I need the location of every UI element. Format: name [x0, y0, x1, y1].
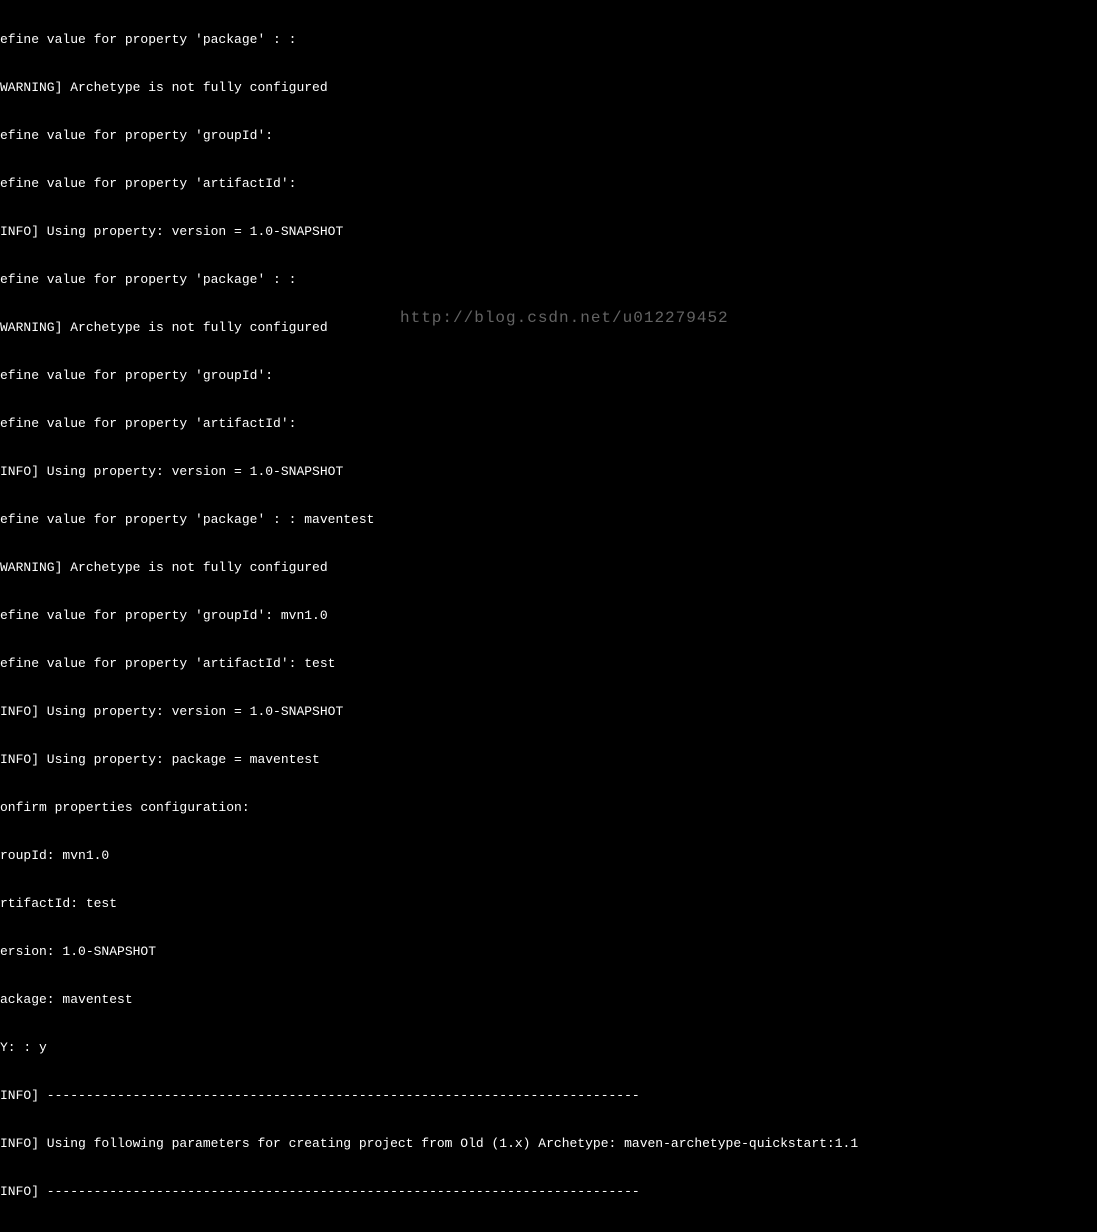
terminal-line: WARNING] Archetype is not fully configur… [0, 80, 1097, 96]
terminal-line: Y: : y [0, 1040, 1097, 1056]
terminal-line: efine value for property 'package' : : [0, 32, 1097, 48]
terminal-line: efine value for property 'artifactId': t… [0, 656, 1097, 672]
terminal-line: efine value for property 'groupId': [0, 368, 1097, 384]
terminal-line: roupId: mvn1.0 [0, 848, 1097, 864]
terminal-line: efine value for property 'package' : : m… [0, 512, 1097, 528]
terminal-line: INFO] Using property: version = 1.0-SNAP… [0, 224, 1097, 240]
terminal-line: INFO] ----------------------------------… [0, 1184, 1097, 1200]
terminal-line: INFO] Using property: version = 1.0-SNAP… [0, 704, 1097, 720]
terminal-line: ersion: 1.0-SNAPSHOT [0, 944, 1097, 960]
terminal-line: INFO] ----------------------------------… [0, 1088, 1097, 1104]
terminal-line: efine value for property 'artifactId': [0, 416, 1097, 432]
terminal-output[interactable]: efine value for property 'package' : : W… [0, 0, 1097, 1232]
terminal-line: INFO] Using property: package = maventes… [0, 752, 1097, 768]
terminal-line: INFO] Using property: version = 1.0-SNAP… [0, 464, 1097, 480]
terminal-line: rtifactId: test [0, 896, 1097, 912]
terminal-line: efine value for property 'groupId': [0, 128, 1097, 144]
terminal-line: efine value for property 'package' : : [0, 272, 1097, 288]
terminal-line: ackage: maventest [0, 992, 1097, 1008]
terminal-line: efine value for property 'groupId': mvn1… [0, 608, 1097, 624]
terminal-line: WARNING] Archetype is not fully configur… [0, 560, 1097, 576]
terminal-line: efine value for property 'artifactId': [0, 176, 1097, 192]
terminal-line: onfirm properties configuration: [0, 800, 1097, 816]
terminal-line: INFO] Using following parameters for cre… [0, 1136, 1097, 1152]
terminal-line: WARNING] Archetype is not fully configur… [0, 320, 1097, 336]
